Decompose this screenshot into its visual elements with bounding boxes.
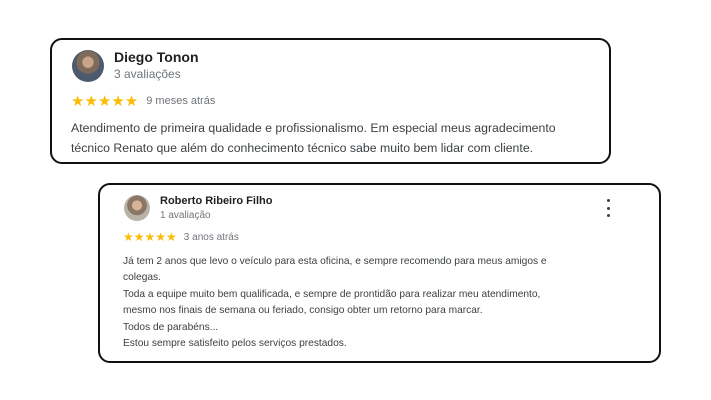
review-line: Atendimento de primeira qualidade e prof… — [71, 121, 556, 135]
review-time: 9 meses atrás — [146, 95, 216, 107]
menu-dot — [606, 206, 610, 210]
avatar[interactable] — [124, 195, 150, 221]
review-line: Toda a equipe muito bem qualificada, e s… — [123, 288, 541, 300]
reviewer-review-count: 1 avaliação — [160, 210, 211, 221]
review-line: Todos de parabéns... — [123, 321, 219, 333]
review-line: colegas. — [123, 272, 161, 284]
review-line: mesmo nos finais de semana ou feriado, c… — [123, 305, 483, 317]
more-vert-icon[interactable] — [602, 199, 614, 217]
review-line: técnico Renato que além do conhecimento … — [71, 141, 534, 155]
review-card-roberto-ribeiro-filho: Roberto Ribeiro Filho 1 avaliação ★★★★★ … — [98, 183, 661, 363]
menu-dot — [606, 199, 610, 202]
review-line: Estou sempre satisfeito pelos serviços p… — [123, 338, 347, 350]
review-line: Já tem 2 anos que levo o veículo para es… — [123, 256, 547, 267]
review-text: Atendimento de primeira qualidade e prof… — [71, 118, 556, 158]
star-rating-icon: ★★★★★ — [71, 93, 139, 110]
rating-row: ★★★★★ 9 meses atrás — [71, 92, 215, 110]
review-time: 3 anos atrás — [183, 231, 239, 243]
reviewer-name[interactable]: Roberto Ribeiro Filho — [160, 195, 272, 207]
review-text: Já tem 2 anos que levo o veículo para es… — [123, 254, 547, 352]
star-rating-icon: ★★★★★ — [123, 230, 177, 244]
reviewer-review-count: 3 avaliações — [114, 67, 181, 81]
review-card-diego-tonon: Diego Tonon 3 avaliações ★★★★★ 9 meses a… — [50, 38, 611, 164]
avatar[interactable] — [72, 50, 104, 82]
reviewer-name[interactable]: Diego Tonon — [114, 49, 199, 65]
rating-row: ★★★★★ 3 anos atrás — [123, 230, 239, 244]
menu-dot — [606, 214, 610, 217]
